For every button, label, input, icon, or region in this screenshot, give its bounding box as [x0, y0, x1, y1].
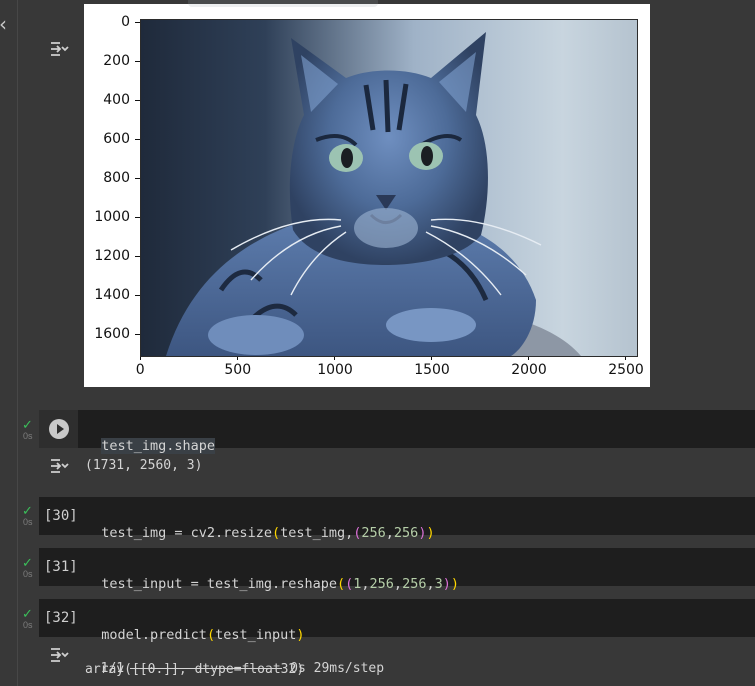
check-icon: ✓	[22, 503, 33, 518]
y-tick-label: 1400	[94, 287, 130, 303]
output-toggle-icon[interactable]	[48, 455, 70, 477]
check-icon: ✓	[22, 606, 33, 621]
output-toggle-icon[interactable]	[48, 644, 70, 666]
output-toggle-icon[interactable]	[48, 38, 70, 60]
cell-status: ✓ 0s	[22, 503, 36, 527]
x-tick-label: 1500	[414, 362, 450, 378]
x-tick-label: 0	[135, 362, 145, 378]
check-icon: ✓	[22, 417, 33, 432]
execution-count: [30]	[44, 508, 78, 524]
y-tick-label: 1200	[94, 248, 130, 264]
cell-code[interactable]: test_img = cv2.resize(test_img,(256,256)…	[85, 509, 434, 541]
x-tick-label: 1000	[317, 362, 353, 378]
chevron-left-icon[interactable]: ‹	[0, 14, 13, 34]
cell-code[interactable]: test_img.shape	[85, 422, 216, 454]
cell-output-array: array([[0.]], dtype=float32)	[85, 662, 305, 677]
cell-code[interactable]: model.predict(test_input)	[85, 611, 304, 643]
truncated-output-text	[188, 0, 378, 7]
cell-status: ✓ 0s	[22, 417, 36, 441]
cell-status: ✓ 0s	[22, 555, 36, 579]
y-tick-label: 200	[103, 53, 130, 69]
cat-image	[140, 19, 638, 357]
execution-count: [31]	[44, 559, 78, 575]
x-tick-label: 500	[224, 362, 252, 378]
y-tick-label: 0	[121, 14, 130, 30]
left-rail: ‹	[0, 0, 18, 686]
y-tick-label: 600	[103, 131, 130, 147]
y-tick-label: 1000	[94, 209, 130, 225]
run-play-icon[interactable]	[48, 419, 69, 439]
cell-output: (1731, 2560, 3)	[85, 458, 203, 473]
check-icon: ✓	[22, 555, 33, 570]
run-gutter[interactable]	[39, 410, 78, 448]
y-tick-label: 400	[103, 92, 130, 108]
x-tick-label: 2500	[608, 362, 644, 378]
y-tick-label: 800	[103, 170, 130, 186]
cell-status: ✓ 0s	[22, 606, 36, 630]
y-tick-label: 1600	[94, 326, 130, 342]
cell-code[interactable]: test_input = test_img.reshape((1,256,256…	[85, 560, 459, 592]
x-tick-label: 2000	[511, 362, 547, 378]
image-output-card: 0 200 400 600 800 1000 1200 1400 1600 0 500 1000 15…	[84, 0, 650, 387]
execution-count: [32]	[44, 610, 78, 626]
